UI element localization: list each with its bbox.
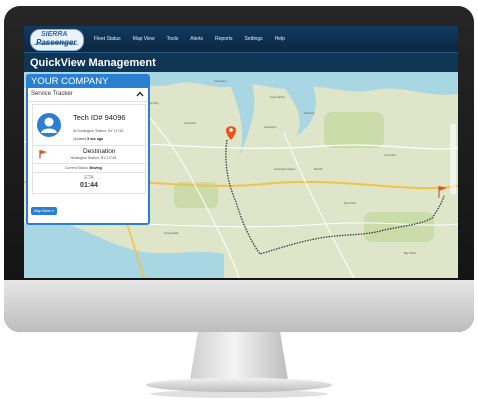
updated-value: 5 sec ago [87, 137, 104, 141]
road [283, 131, 355, 278]
page-title-bar: QuickView Management [24, 52, 458, 73]
company-name: YOUR COMPANY [31, 76, 109, 87]
eta-label: ETA [84, 175, 94, 181]
map-label: Melville [314, 168, 323, 171]
top-navigation-bar: SIERRA Passenger Fleet Status Map View T… [24, 26, 458, 52]
current-status: Current Status: Moving [65, 166, 102, 170]
nav-item-fleet-status[interactable]: Fleet Status [94, 36, 121, 42]
monitor-stand-base [146, 378, 332, 392]
tech-id: Tech ID# 94096 [73, 113, 126, 122]
map-label: Huntington [264, 126, 277, 129]
location-pin-icon[interactable] [226, 126, 236, 140]
map-label: Deer Park [344, 202, 356, 205]
service-tracker-title: Service Tracker [31, 91, 73, 97]
updated-prefix: Updated [73, 137, 87, 141]
map-zoom-strip[interactable] [450, 124, 456, 194]
divider [33, 163, 145, 164]
nav-item-alerts[interactable]: Alerts [190, 36, 203, 42]
status-prefix: Current Status: [65, 166, 89, 170]
destination-label: Destination [83, 148, 116, 155]
map-label: Bay Shore [404, 252, 417, 255]
service-tracker-panel: YOUR COMPANY Service Tracker Tech ID# 94… [26, 74, 150, 225]
monitor-chin [4, 280, 474, 332]
destination-flag-icon [39, 150, 47, 159]
map-label: Lloyd Harbor [270, 96, 285, 99]
map-label: Huntington Station [274, 168, 296, 171]
park-area [324, 112, 384, 148]
destination-flag-icon[interactable] [438, 186, 447, 198]
nav-item-settings[interactable]: Settings [245, 36, 263, 42]
water-south [24, 219, 224, 278]
nav-item-help[interactable]: Help [275, 36, 285, 42]
map-label: Commack [384, 154, 396, 157]
divider [33, 145, 145, 146]
map-label: Northport [304, 112, 315, 115]
panel-header: YOUR COMPANY [28, 76, 148, 88]
water-bay [282, 84, 316, 136]
monitor-stand-neck [190, 332, 288, 380]
page-title: QuickView Management [30, 57, 156, 69]
service-tracker-header[interactable]: Service Tracker [28, 88, 148, 102]
screen: SIERRA Passenger Fleet Status Map View T… [24, 26, 458, 278]
tech-location: At Huntington Station, NY 11746 [73, 129, 124, 133]
nav-item-tools[interactable]: Tools [167, 36, 179, 42]
main-menu: Fleet Status Map View Tools Alerts Repor… [94, 26, 297, 52]
chevron-up-icon[interactable] [136, 90, 144, 98]
nav-item-reports[interactable]: Reports [215, 36, 233, 42]
eta-value: 01:44 [80, 182, 98, 189]
user-avatar-icon [37, 113, 61, 137]
map-label: Centerport [184, 122, 197, 125]
nav-item-map-view[interactable]: Map View [133, 36, 155, 42]
company-logo: SIERRA Passenger [30, 29, 84, 51]
logo-line-2: Passenger [36, 38, 77, 47]
map-label: Farmingdale [164, 232, 179, 235]
logo-line-1: SIERRA [41, 31, 68, 38]
map-menu-button[interactable]: Map Menu ▾ [31, 207, 57, 215]
divider [33, 172, 145, 173]
status-value: Moving [89, 166, 102, 170]
water-harbor [229, 82, 255, 162]
tracker-details: Tech ID# 94096 At Huntington Station, NY… [32, 104, 146, 194]
destination-address: Huntington Station, NY 11746 [70, 156, 116, 160]
map-label: Asharoken [214, 80, 227, 83]
last-updated: Updated 5 sec ago [73, 137, 103, 141]
